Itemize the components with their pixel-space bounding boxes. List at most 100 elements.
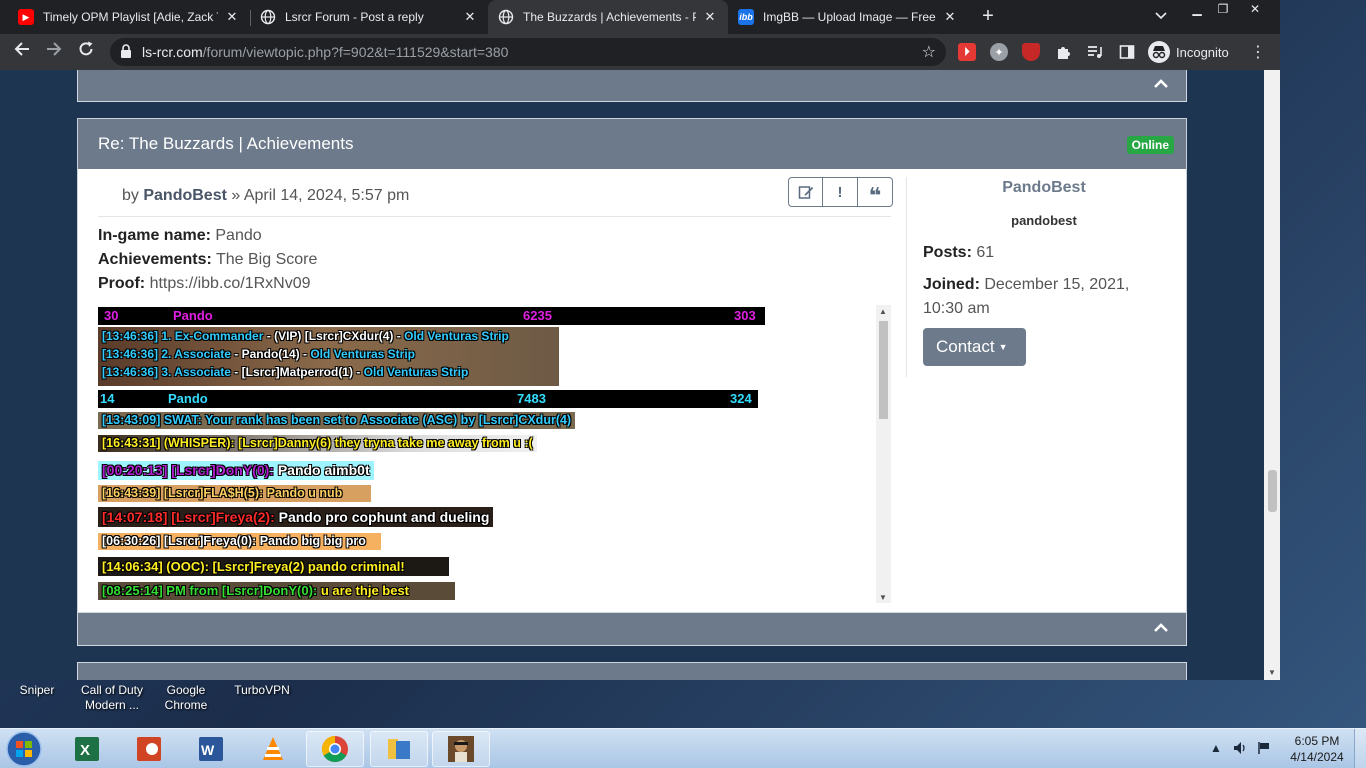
new-tab-button[interactable]: + <box>978 6 998 26</box>
chat-line: [08:25:14] PM from [Lsrcr]DonY(0): u are… <box>98 582 455 600</box>
shield-icon[interactable] <box>1022 43 1040 61</box>
back-button[interactable] <box>10 40 34 64</box>
taskbar-vlc[interactable] <box>244 731 302 767</box>
show-desktop-button[interactable] <box>1354 729 1366 768</box>
media-control-icon[interactable] <box>1086 43 1104 61</box>
profile-posts-count[interactable]: 61 <box>976 244 994 261</box>
url-text[interactable]: ls-rcr.com/forum/viewtopic.php?f=902&t=1… <box>142 44 508 60</box>
clock-time: 6:05 PM <box>1294 734 1340 748</box>
more-menu-icon[interactable]: ⋮ <box>1250 42 1266 62</box>
proof-link[interactable]: https://ibb.co/1RxNv09 <box>150 275 311 292</box>
taskbar-excel[interactable]: X <box>58 731 116 767</box>
taskbar-gta-game[interactable] <box>432 731 490 767</box>
tab-youtube[interactable]: ▶ Timely OPM Playlist [Adie, Zack Tabudl… <box>8 0 250 34</box>
taskbar-clock[interactable]: 6:05 PM 4/14/2024 <box>1282 733 1352 765</box>
quote-button[interactable]: ❝ <box>858 177 893 207</box>
proof-scrollbar[interactable]: ▲ ▼ <box>876 305 891 603</box>
scroll-down-icon[interactable]: ▼ <box>1268 668 1276 677</box>
show-hidden-icons-icon[interactable]: ▲ <box>1208 741 1224 757</box>
taskbar-chrome[interactable] <box>306 731 364 767</box>
proof-image-container: 30 Pando 6235 303 [13:46:36] 1. Ex-Comma… <box>98 305 891 603</box>
ingame-name-field: In-game name: Pando <box>98 227 262 244</box>
proof-field: Proof: https://ibb.co/1RxNv09 <box>98 275 311 292</box>
profile-posts: Posts: 61 <box>923 244 995 261</box>
start-button[interactable] <box>4 730 44 768</box>
next-post-header <box>77 662 1187 680</box>
chrome-icon <box>321 735 348 763</box>
edit-button[interactable] <box>788 177 823 207</box>
close-icon[interactable]: ✕ <box>462 9 478 25</box>
tab-achievements[interactable]: The Buzzards | Achievements - Page ✕ <box>488 0 728 34</box>
chevron-up-icon[interactable] <box>1152 75 1170 93</box>
close-icon[interactable]: ✕ <box>224 9 240 25</box>
vlc-icon <box>263 737 283 760</box>
scroll-up-icon[interactable]: ▲ <box>879 307 887 316</box>
scroll-down-icon[interactable]: ▼ <box>879 593 887 602</box>
edit-icon <box>798 186 813 199</box>
desktop-icon-sniper[interactable]: Sniper <box>14 683 60 698</box>
chat-line: [00:20:13] [Lsrcr]DonY(0): Pando aimb0t <box>98 461 374 480</box>
close-window-icon[interactable]: ✕ <box>1240 0 1270 18</box>
desktop-icon-turbovpn[interactable]: TurboVPN <box>226 683 298 698</box>
post-author-link[interactable]: PandoBest <box>143 187 227 204</box>
page-viewport: Re: The Buzzards | Achievements Online b… <box>0 70 1280 680</box>
desktop-icon-google-chrome[interactable]: Google Chrome <box>156 683 216 713</box>
chat-line: [13:46:36] 1. Ex-Commander - (VIP) [Lsrc… <box>102 329 509 343</box>
action-center-flag-icon[interactable] <box>1256 741 1272 757</box>
youtube-icon: ▶ <box>18 9 34 25</box>
desktop-icon-call-of-duty[interactable]: Call of Duty Modern ... <box>74 683 150 713</box>
taskbar: X W ▲ 6:05 PM 4/14/2024 <box>0 728 1366 768</box>
post-action-buttons: ! ❝ <box>788 177 893 207</box>
profile-joined: Joined: December 15, 2021, 10:30 am <box>923 276 1130 317</box>
contact-dropdown-button[interactable]: Contact ▼ <box>923 328 1026 366</box>
close-icon[interactable]: ✕ <box>702 9 718 25</box>
speaker-icon[interactable] <box>1232 741 1248 757</box>
taskbar-word[interactable]: W <box>182 731 240 767</box>
profile-username[interactable]: PandoBest <box>907 179 1181 197</box>
forward-button[interactable] <box>42 40 66 64</box>
restore-icon[interactable]: ❐ <box>1208 0 1238 18</box>
side-panel-icon[interactable] <box>1118 43 1136 61</box>
caret-down-icon: ▼ <box>998 342 1008 352</box>
extensions-puzzle-icon[interactable] <box>1054 43 1072 61</box>
reload-button[interactable] <box>74 40 98 64</box>
scoreboard-row: 14 Pando 7483 324 <box>98 390 758 408</box>
taskbar-file-explorer[interactable] <box>370 731 428 767</box>
browser-window: ▶ Timely OPM Playlist [Adie, Zack Tabudl… <box>0 0 1280 680</box>
post-byline: by PandoBest » April 14, 2024, 5:57 pm <box>122 187 410 204</box>
address-bar[interactable]: ls-rcr.com/forum/viewtopic.php?f=902&t=1… <box>110 38 946 66</box>
game-icon <box>448 736 474 762</box>
incognito-label: Incognito <box>1176 44 1229 60</box>
report-button[interactable]: ! <box>823 177 858 207</box>
tab-search-icon[interactable] <box>1152 8 1170 26</box>
tab-title: Lsrcr Forum - Post a reply <box>285 10 424 24</box>
tab-imgbb[interactable]: ibb ImgBB — Upload Image — Free Image ✕ <box>728 0 968 34</box>
page-scrollbar[interactable]: ▼ <box>1264 70 1280 680</box>
close-icon[interactable]: ✕ <box>942 9 958 25</box>
quote-icon: ❝ <box>868 183 882 208</box>
post-title[interactable]: Re: The Buzzards | Achievements <box>98 134 353 154</box>
chat-block-image: [13:46:36] 1. Ex-Commander - (VIP) [Lsrc… <box>98 327 559 386</box>
powerpoint-icon <box>137 737 161 761</box>
system-tray: ▲ <box>1208 729 1280 768</box>
post-header: Re: The Buzzards | Achievements Online <box>78 119 1186 169</box>
tab-title: ImgBB — Upload Image — Free Image <box>763 10 936 24</box>
tab-strip: ▶ Timely OPM Playlist [Adie, Zack Tabudl… <box>0 0 1280 34</box>
windows-logo-icon <box>6 731 42 767</box>
achievements-field: Achievements: The Big Score <box>98 251 318 268</box>
bookmark-star-icon[interactable]: ☆ <box>922 42 936 62</box>
excel-icon: X <box>75 737 99 761</box>
lock-icon[interactable] <box>120 44 134 60</box>
tab-post-reply[interactable]: Lsrcr Forum - Post a reply ✕ <box>250 0 488 34</box>
scroll-thumb[interactable] <box>1268 470 1277 512</box>
extension-icon[interactable]: ✦ <box>990 43 1008 61</box>
taskbar-powerpoint[interactable] <box>120 731 178 767</box>
tab-title: Timely OPM Playlist [Adie, Zack Tabudlo.… <box>43 10 218 24</box>
incognito-icon <box>1148 41 1170 63</box>
chevron-up-icon[interactable] <box>1152 619 1170 637</box>
browser-toolbar: ls-rcr.com/forum/viewtopic.php?f=902&t=1… <box>0 34 1280 70</box>
extension-icon[interactable]: ⏵ <box>958 43 976 61</box>
incognito-indicator[interactable]: Incognito <box>1148 41 1229 63</box>
scroll-thumb[interactable] <box>879 321 888 419</box>
scoreboard-row: 30 Pando 6235 303 <box>98 307 765 325</box>
